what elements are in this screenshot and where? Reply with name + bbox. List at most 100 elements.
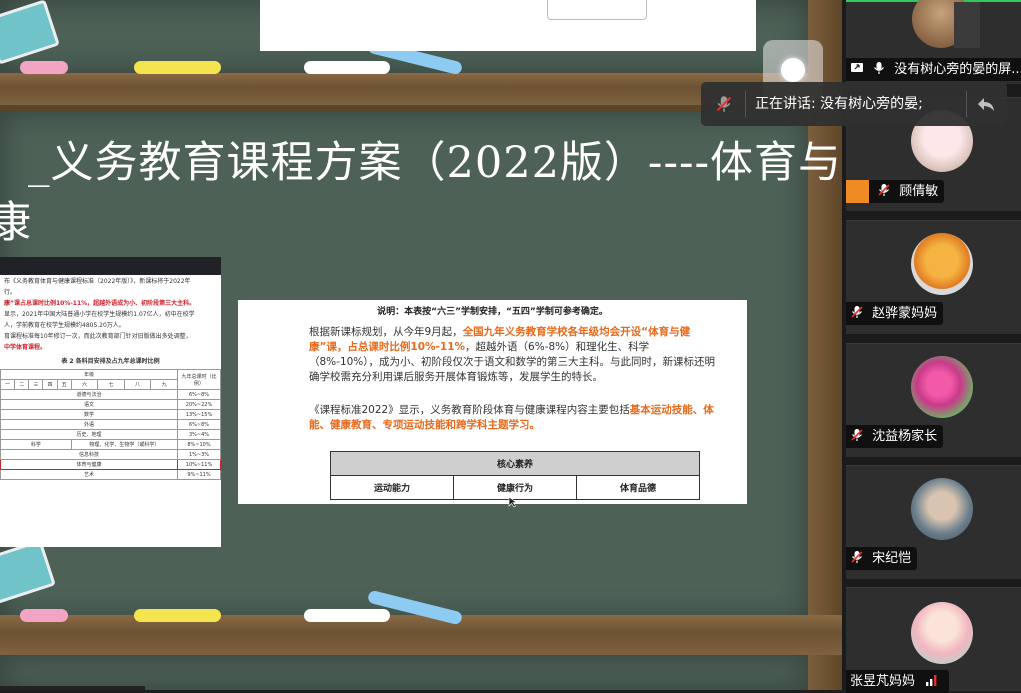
mic-muted-icon bbox=[851, 551, 863, 563]
ratio-cell: 10%~11% bbox=[177, 459, 221, 470]
doc-line-highlight: 中学体育课程。 bbox=[4, 344, 47, 351]
grade-cell: 四 bbox=[42, 379, 58, 390]
info-note: 说明：本表按“六三”学制安排，“五四”学制可参考确定。 bbox=[377, 307, 608, 317]
grade-cell: 五 bbox=[56, 379, 72, 390]
table-row: 语文 20%~22% bbox=[0, 399, 221, 410]
mic-muted-icon bbox=[851, 306, 863, 318]
para-text: 根据新课标规划，从今年9月起， bbox=[309, 326, 463, 338]
participant-tile[interactable]: 宋纪恺 bbox=[846, 465, 1021, 579]
subject-cell: 体育与健康 bbox=[0, 459, 178, 470]
speaking-text: 正在讲话: 没有树心旁的晏; bbox=[755, 96, 923, 112]
info-panel: 说明：本表按“六三”学制安排，“五四”学制可参考确定。 根据新课标规划，从今年9… bbox=[238, 300, 747, 508]
ratio-cell: 20%~22% bbox=[177, 399, 221, 410]
doc-table-title: 表 2 各科目安排及占九年总课时比例 bbox=[61, 358, 160, 365]
core-table-cell: 运动能力 bbox=[330, 475, 454, 500]
ratio-cell: 13%~15% bbox=[177, 409, 221, 420]
divider bbox=[745, 91, 746, 117]
top-panel bbox=[260, 0, 756, 51]
participant-name: 没有树心旁的晏的屏... bbox=[894, 62, 1021, 77]
avatar bbox=[911, 602, 973, 664]
info-paragraph-1: 根据新课标规划，从今年9月起，全国九年义务教育学校各年级均会开设“体育与健康”课… bbox=[309, 325, 719, 385]
participant-tile[interactable]: 沈益杨家长 bbox=[846, 343, 1021, 457]
chalk-yellow-bottom bbox=[134, 609, 221, 622]
ratio-cell: 6%~8% bbox=[177, 389, 221, 400]
mic-muted-icon bbox=[878, 184, 890, 196]
subject-cell: 信息科技 bbox=[0, 449, 178, 460]
speaking-indicator: 正在讲话: 没有树心旁的晏; bbox=[701, 82, 1007, 126]
info-paragraph-2: 《课程标准2022》显示，义务教育阶段体育与健康课程内容主要包括基本运动技能、体… bbox=[309, 403, 719, 433]
participant-name: 赵骅蒙妈妈 bbox=[872, 306, 938, 321]
table-row: 历史、地理 3%~4% bbox=[0, 429, 221, 440]
screen-share-icon bbox=[851, 63, 863, 72]
ratio-cell: 9%~11% bbox=[177, 469, 221, 480]
subject-cell: 外语 bbox=[0, 419, 178, 430]
host-badge-icon bbox=[846, 180, 869, 203]
floating-dot-icon bbox=[781, 58, 805, 82]
subject-cell: 科学 bbox=[0, 439, 72, 450]
ratio-cell: 1%~3% bbox=[177, 449, 221, 460]
participant-name: 顾倩敏 bbox=[899, 184, 939, 199]
doc-line: 育课程标准每10年修订一次，而此次教育部门针对旧版做出多处调整， bbox=[4, 333, 192, 340]
table-row: 道德与法治 6%~8% bbox=[0, 389, 221, 400]
grade-cell: 八 bbox=[123, 379, 152, 390]
doc-table: 年级 九年总课时（比例） 一 二 三 四 五 六 七 八 九 道德与法治 6%~8… bbox=[0, 369, 221, 480]
grade-cell: 六 bbox=[70, 379, 99, 390]
grade-cell: 九 bbox=[150, 379, 178, 390]
doc-line-highlight: 康”课占总课时比例10%-11%，超越外语成为小、初阶段第三大主科。 bbox=[4, 300, 196, 307]
document-header-band bbox=[0, 257, 221, 275]
ratio-cell: 8%~10% bbox=[177, 439, 221, 450]
table-row-highlighted: 体育与健康 10%~11% bbox=[0, 459, 221, 470]
mic-muted-icon[interactable] bbox=[715, 95, 733, 113]
screen-thumbnail bbox=[954, 2, 980, 48]
chalk-yellow bbox=[134, 61, 221, 74]
participant-name-bar: 顾倩敏 bbox=[846, 180, 945, 203]
grade-cell: 七 bbox=[97, 379, 125, 390]
mic-on-icon bbox=[874, 62, 885, 74]
doc-table-header: 年级 bbox=[0, 369, 178, 380]
core-competency-table: 核心素养 运动能力 健康行为 体育品德 bbox=[330, 451, 700, 500]
participant-name: 宋纪恺 bbox=[872, 551, 912, 566]
participant-tile[interactable]: 张昱芃妈妈 bbox=[846, 587, 1021, 693]
grade-cell: 三 bbox=[28, 379, 44, 390]
subject-cell: 语文 bbox=[0, 399, 178, 410]
chalk-white bbox=[304, 61, 390, 74]
grade-cell: 二 bbox=[14, 379, 30, 390]
doc-line: 行。 bbox=[4, 289, 17, 296]
chalk-pink bbox=[20, 61, 68, 74]
grade-cell: 一 bbox=[0, 379, 16, 390]
participant-name-bar: 没有树心旁的晏的屏... bbox=[846, 58, 1021, 81]
participant-tile[interactable]: 赵骅蒙妈妈 bbox=[846, 220, 1021, 334]
doc-line: 人，学前教育在校学生规模约4805.20万人。 bbox=[4, 322, 125, 329]
table-row: 信息科技 1%~3% bbox=[0, 449, 221, 460]
bottom-strip bbox=[0, 686, 145, 690]
table-row: 艺术 9%~11% bbox=[0, 469, 221, 480]
para-text: 《课程标准2022》显示，义务教育阶段体育与健康课程内容主要包括 bbox=[309, 404, 630, 416]
subject-cell: 历史、地理 bbox=[0, 429, 178, 440]
subject-cell: 艺术 bbox=[0, 469, 178, 480]
subject-cell: 道德与法治 bbox=[0, 389, 178, 400]
core-table-cell: 体育品德 bbox=[576, 475, 700, 500]
doc-table-ratio-header: 九年总课时（比例） bbox=[177, 369, 221, 390]
avatar bbox=[911, 356, 973, 418]
chalkboard-bottom bbox=[0, 655, 808, 690]
slide-title-line2: 康 bbox=[0, 198, 31, 248]
chalk-white-bottom bbox=[304, 609, 390, 622]
core-table-header: 核心素养 bbox=[330, 451, 700, 476]
doc-line: 布《义务教育体育与健康课程标准（2022年版）》，新课标将于2022年 bbox=[4, 278, 191, 285]
mic-muted-icon bbox=[851, 429, 863, 441]
chalk-pink-bottom bbox=[20, 609, 68, 622]
divider bbox=[966, 91, 967, 117]
participant-tile-active[interactable]: 没有树心旁的晏的屏... bbox=[846, 0, 1021, 84]
chalk-tray-bottom bbox=[0, 615, 842, 655]
avatar bbox=[911, 233, 973, 295]
participant-name-bar: 宋纪恺 bbox=[846, 547, 918, 570]
slide-title: _义务教育课程方案（2022版）----体育与 bbox=[28, 138, 842, 188]
panel-button bbox=[547, 0, 647, 20]
table-row: 科学 物理、化学、生物学（或科学） 8%~10% bbox=[0, 439, 221, 450]
subject-cell: 数学 bbox=[0, 409, 178, 420]
ratio-cell: 6%~8% bbox=[177, 419, 221, 430]
subject-sub-cell: 物理、化学、生物学（或科学） bbox=[70, 439, 179, 450]
participant-name: 张昱芃妈妈 bbox=[850, 674, 916, 689]
doc-line: 显示，2021年中国大陆普通小学在校学生规模约1.07亿人，初中在校学 bbox=[4, 311, 195, 318]
reply-icon[interactable] bbox=[976, 94, 996, 114]
